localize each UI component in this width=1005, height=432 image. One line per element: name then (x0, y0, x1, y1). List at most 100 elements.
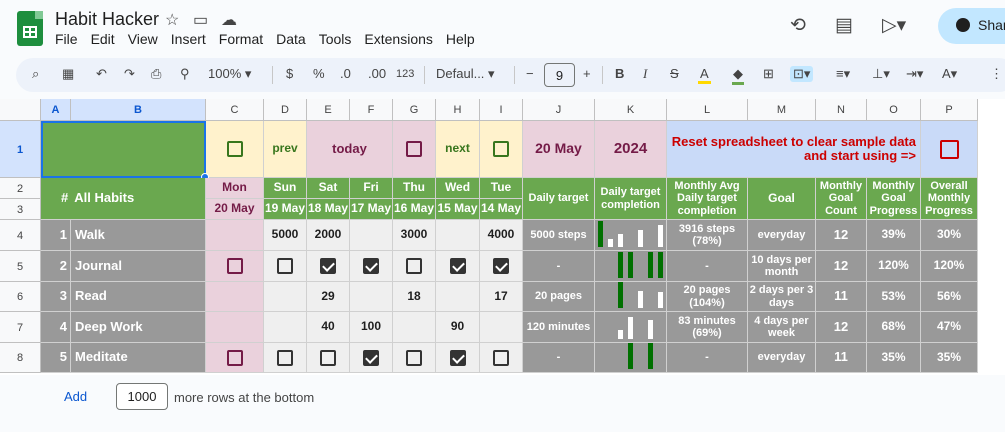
search-icon[interactable]: ⌕ (32, 66, 39, 82)
habit-day-cell[interactable] (206, 282, 264, 312)
habit-checkbox[interactable] (320, 258, 336, 274)
more-options-icon[interactable]: ⋮ (990, 66, 1003, 82)
habit-value[interactable]: 29 (307, 282, 350, 312)
habit-checkbox[interactable] (277, 349, 293, 366)
menu-edit[interactable]: Edit (91, 31, 115, 47)
habit-checkbox[interactable] (277, 258, 293, 274)
column-header-d[interactable]: D (264, 99, 307, 121)
share-button[interactable]: Shar (938, 8, 1005, 44)
currency-format-button[interactable]: $ (286, 66, 293, 81)
habit-value[interactable]: 4000 (480, 220, 523, 251)
font-size-increase-icon[interactable]: + (583, 66, 591, 81)
meet-icon[interactable]: ▷▾ (882, 14, 906, 37)
habit-day-cell[interactable] (350, 220, 393, 251)
column-header-o[interactable]: O (867, 99, 921, 121)
habit-day-cell[interactable] (350, 282, 393, 312)
habit-day-cell[interactable] (393, 343, 436, 373)
prev-checkbox[interactable] (226, 141, 243, 157)
habit-day-cell[interactable] (436, 282, 480, 312)
row-header-7[interactable]: 7 (0, 312, 41, 343)
column-header-j[interactable]: J (523, 99, 595, 121)
habit-checkbox[interactable] (449, 349, 466, 366)
menus-icon[interactable]: ▦ (62, 66, 74, 82)
habit-day-cell[interactable] (307, 343, 350, 373)
text-wrapping-icon[interactable]: ⇥▾ (906, 66, 923, 82)
rows-count-input[interactable]: 1000 (116, 383, 168, 410)
habit-day-cell[interactable] (436, 343, 480, 373)
move-folder-icon[interactable]: ▭ (193, 10, 208, 30)
column-header-c[interactable]: C (206, 99, 264, 121)
document-title[interactable]: Habit Hacker (55, 9, 159, 30)
current-date[interactable]: 20 May (523, 121, 595, 178)
menu-data[interactable]: Data (276, 31, 306, 47)
habit-day-cell[interactable] (264, 312, 307, 343)
habit-value[interactable]: 90 (436, 312, 480, 343)
habit-day-cell[interactable] (393, 312, 436, 343)
text-rotation-icon[interactable]: A▾ (942, 66, 957, 82)
row-header-6[interactable]: 6 (0, 282, 41, 312)
menu-help[interactable]: Help (446, 31, 475, 47)
habit-value[interactable]: 17 (480, 282, 523, 312)
font-select[interactable]: Defaul... ▾ (436, 66, 495, 82)
habit-day-cell[interactable] (264, 343, 307, 373)
habit-value[interactable]: 2000 (307, 220, 350, 251)
habit-checkbox[interactable] (493, 349, 509, 366)
merge-cells-icon[interactable]: ⊡▾ (790, 66, 814, 82)
column-header-l[interactable]: L (667, 99, 748, 121)
today-checkbox[interactable] (406, 141, 422, 157)
habit-day-cell[interactable] (480, 312, 523, 343)
select-all-corner[interactable] (0, 99, 41, 121)
prev-checkbox-cell[interactable] (206, 121, 264, 178)
habit-day-cell[interactable] (264, 251, 307, 282)
next-checkbox[interactable] (493, 141, 509, 157)
habit-name[interactable]: Meditate (71, 343, 206, 373)
habit-day-cell[interactable] (480, 343, 523, 373)
habit-checkbox[interactable] (449, 258, 466, 274)
column-header-h[interactable]: H (436, 99, 480, 121)
history-icon[interactable]: ⟲ (790, 14, 806, 37)
bold-icon[interactable]: B (615, 66, 624, 81)
habit-day-cell[interactable] (264, 282, 307, 312)
column-header-g[interactable]: G (393, 99, 436, 121)
column-header-e[interactable]: E (307, 99, 350, 121)
column-header-m[interactable]: M (748, 99, 816, 121)
row-header-1[interactable]: 1 (0, 121, 41, 178)
habit-day-cell[interactable] (350, 251, 393, 282)
fill-color-icon[interactable]: ◆ (732, 66, 744, 85)
habit-checkbox[interactable] (320, 349, 336, 366)
menu-insert[interactable]: Insert (171, 31, 206, 47)
menu-view[interactable]: View (128, 31, 158, 47)
reset-checkbox-cell[interactable] (921, 121, 978, 178)
menu-file[interactable]: File (55, 31, 78, 47)
habit-day-cell[interactable] (436, 251, 480, 282)
habit-day-cell[interactable] (206, 251, 264, 282)
habit-name[interactable]: Walk (71, 220, 206, 251)
habit-day-cell[interactable] (436, 220, 480, 251)
habit-day-cell[interactable] (206, 312, 264, 343)
habit-checkbox[interactable] (493, 258, 509, 274)
habit-checkbox[interactable] (226, 349, 243, 366)
row-header-4[interactable]: 4 (0, 220, 41, 251)
habit-name[interactable]: Journal (71, 251, 206, 282)
column-header-i[interactable]: I (480, 99, 523, 121)
row-header-3[interactable]: 3 (0, 199, 41, 220)
menu-format[interactable]: Format (219, 31, 263, 47)
column-header-p[interactable]: P (921, 99, 978, 121)
print-icon[interactable]: ⎙ (151, 66, 161, 82)
vertical-align-icon[interactable]: ⊥▾ (872, 66, 890, 82)
row-header-2[interactable]: 2 (0, 178, 41, 199)
habit-value[interactable]: 3000 (393, 220, 436, 251)
font-size-input[interactable]: 9 (544, 63, 575, 87)
habit-name[interactable]: Deep Work (71, 312, 206, 343)
star-icon[interactable]: ☆ (165, 10, 179, 30)
next-checkbox-cell[interactable] (480, 121, 523, 178)
increase-decimal-button[interactable]: .00 (368, 66, 386, 81)
habit-checkbox[interactable] (406, 258, 422, 274)
undo-icon[interactable]: ↶ (96, 66, 107, 82)
text-color-icon[interactable]: A (698, 66, 711, 84)
decrease-decimal-button[interactable]: .0 (340, 66, 351, 81)
zoom-select[interactable]: 100% ▾ (208, 66, 251, 82)
column-header-f[interactable]: F (350, 99, 393, 121)
menu-tools[interactable]: Tools (319, 31, 352, 47)
strikethrough-icon[interactable]: S (670, 66, 679, 81)
